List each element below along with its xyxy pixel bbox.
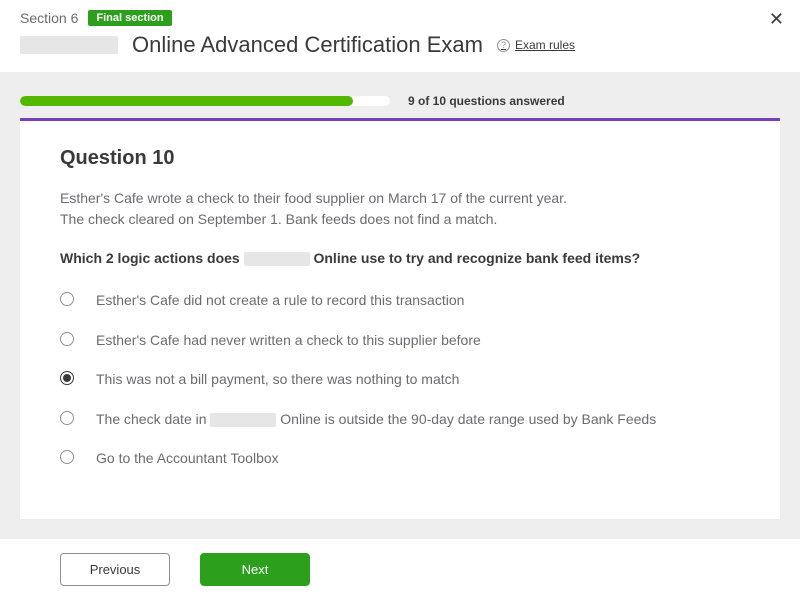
redacted-brand-inline bbox=[210, 413, 276, 427]
final-section-badge: Final section bbox=[88, 10, 171, 26]
progress-fill bbox=[20, 96, 353, 106]
previous-button[interactable]: Previous bbox=[60, 553, 170, 586]
answer-option[interactable]: Go to the Accountant Toolbox bbox=[60, 449, 740, 469]
progress-text: 9 of 10 questions answered bbox=[408, 94, 565, 108]
progress-track bbox=[20, 96, 390, 106]
context-line-1: Esther's Cafe wrote a check to their foo… bbox=[60, 190, 567, 206]
answer-option[interactable]: This was not a bill payment, so there wa… bbox=[60, 370, 740, 390]
prompt-suffix: Online use to try and recognize bank fee… bbox=[310, 250, 641, 266]
option-text: The check date in Online is outside the … bbox=[96, 410, 656, 430]
help-icon: ? bbox=[497, 39, 510, 52]
question-prompt: Which 2 logic actions does Online use to… bbox=[60, 248, 740, 269]
redacted-brand bbox=[20, 36, 118, 54]
option-text-suffix: Online is outside the 90-day date range … bbox=[276, 411, 656, 427]
footer-nav: Previous Next bbox=[0, 539, 800, 600]
exam-title: Online Advanced Certification Exam bbox=[132, 32, 483, 58]
question-title: Question 10 bbox=[60, 147, 740, 170]
question-context: Esther's Cafe wrote a check to their foo… bbox=[60, 188, 740, 230]
radio-icon bbox=[60, 411, 74, 425]
radio-icon bbox=[60, 292, 74, 306]
redacted-brand-inline bbox=[244, 252, 310, 266]
option-text: This was not a bill payment, so there wa… bbox=[96, 370, 459, 390]
option-text-prefix: The check date in bbox=[96, 411, 210, 427]
close-icon[interactable]: ✕ bbox=[769, 10, 784, 28]
option-text: Esther's Cafe had never written a check … bbox=[96, 331, 481, 351]
option-text: Esther's Cafe did not create a rule to r… bbox=[96, 291, 464, 311]
prompt-prefix: Which 2 logic actions does bbox=[60, 250, 244, 266]
answer-option[interactable]: The check date in Online is outside the … bbox=[60, 410, 740, 430]
progress-bar-section: 9 of 10 questions answered bbox=[0, 72, 800, 118]
question-card: Question 10 Esther's Cafe wrote a check … bbox=[20, 118, 780, 519]
option-text: Go to the Accountant Toolbox bbox=[96, 449, 279, 469]
exam-rules-link[interactable]: ? Exam rules bbox=[497, 38, 575, 52]
radio-icon bbox=[60, 332, 74, 346]
radio-icon bbox=[60, 371, 74, 385]
answer-option[interactable]: Esther's Cafe had never written a check … bbox=[60, 331, 740, 351]
radio-icon bbox=[60, 450, 74, 464]
exam-header: Section 6 Final section Online Advanced … bbox=[0, 0, 800, 72]
context-line-2: The check cleared on September 1. Bank f… bbox=[60, 211, 497, 227]
section-label: Section 6 bbox=[20, 10, 78, 26]
answer-option[interactable]: Esther's Cafe did not create a rule to r… bbox=[60, 291, 740, 311]
next-button[interactable]: Next bbox=[200, 553, 310, 586]
exam-rules-text: Exam rules bbox=[515, 38, 575, 52]
